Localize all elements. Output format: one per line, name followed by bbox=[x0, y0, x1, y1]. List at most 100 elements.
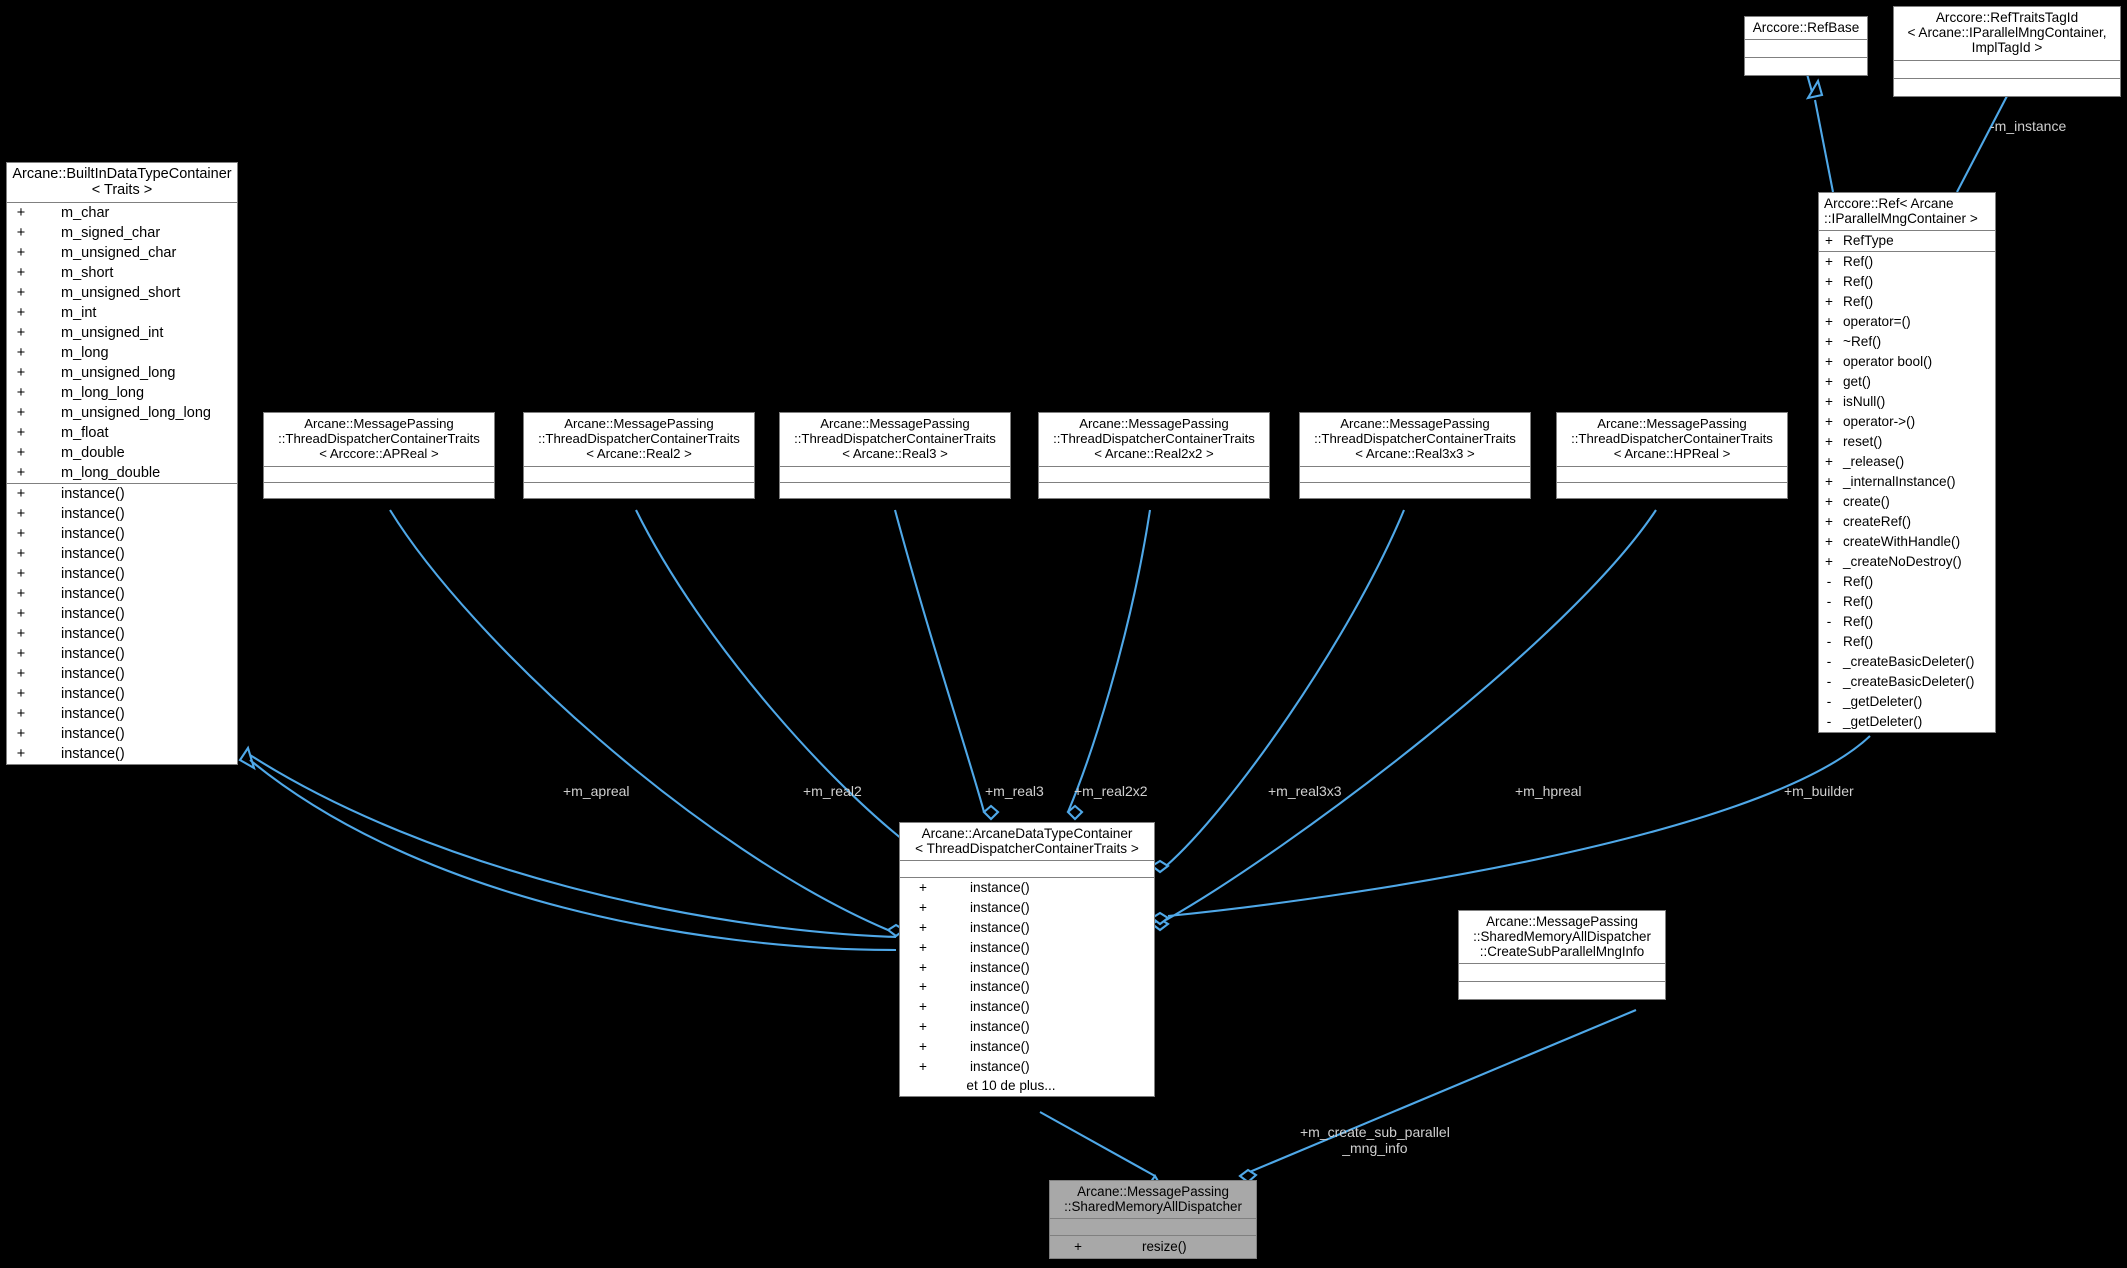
class-method-row: + createWithHandle() bbox=[1819, 532, 1995, 552]
class-methods-section bbox=[1459, 982, 1665, 999]
visibility-marker: + bbox=[919, 959, 927, 975]
class-method-row: - Ref() bbox=[1819, 632, 1995, 652]
diagram-canvas: +m_apreal +m_real2 +m_real3 +m_real2x2 +… bbox=[0, 0, 2127, 1268]
visibility-marker: - bbox=[1826, 654, 1832, 670]
class-method-row: - _getDeleter() bbox=[1819, 712, 1995, 732]
class-attribute-row: + m_float bbox=[7, 423, 237, 443]
class-title: Arcane::MessagePassing ::ThreadDispatche… bbox=[524, 413, 754, 468]
class-node-traits-real2x2[interactable]: Arcane::MessagePassing ::ThreadDispatche… bbox=[1038, 412, 1270, 500]
class-method-row: - Ref() bbox=[1819, 572, 1995, 592]
class-title: Arcane::MessagePassing ::SharedMemoryAll… bbox=[1459, 911, 1665, 964]
class-method-row: - _createBasicDeleter() bbox=[1819, 652, 1995, 672]
visibility-marker: + bbox=[16, 486, 26, 503]
class-method-row: + instance() bbox=[900, 1057, 1154, 1077]
visibility-marker: + bbox=[1825, 534, 1833, 550]
visibility-marker: + bbox=[16, 205, 26, 222]
class-title: Arcane::MessagePassing ::ThreadDispatche… bbox=[264, 413, 494, 468]
class-methods-section: + instance() + instance() + instance() + instan… bbox=[900, 878, 1154, 1097]
member-name: instance() bbox=[61, 746, 125, 763]
class-node-ref-base[interactable]: Arccore::RefBase bbox=[1744, 16, 1868, 77]
visibility-marker: - bbox=[1826, 634, 1832, 650]
class-node-traits-real3x3[interactable]: Arcane::MessagePassing ::ThreadDispatche… bbox=[1299, 412, 1531, 500]
class-attributes-section bbox=[1894, 60, 2120, 79]
edge-label-m-apreal: +m_apreal bbox=[563, 783, 630, 799]
class-node-ref-traits-tag-id[interactable]: Arccore::RefTraitsTagId < Arcane::IParal… bbox=[1893, 6, 2121, 97]
member-name: m_unsigned_short bbox=[61, 285, 181, 302]
class-method-row: + Ref() bbox=[1819, 252, 1995, 272]
visibility-marker: + bbox=[16, 526, 26, 543]
visibility-marker: + bbox=[16, 566, 26, 583]
member-name: instance() bbox=[970, 1038, 1030, 1054]
member-name: instance() bbox=[970, 979, 1030, 995]
class-methods-section: + resize() bbox=[1050, 1236, 1256, 1258]
visibility-marker: + bbox=[16, 606, 26, 623]
member-name: instance() bbox=[61, 706, 125, 723]
member-name: instance() bbox=[970, 999, 1030, 1015]
member-name: instance() bbox=[61, 546, 125, 563]
class-node-traits-real3[interactable]: Arcane::MessagePassing ::ThreadDispatche… bbox=[779, 412, 1011, 500]
member-name: m_unsigned_long bbox=[61, 365, 176, 382]
class-method-row: + _internalInstance() bbox=[1819, 472, 1995, 492]
class-method-row: + instance() bbox=[7, 604, 237, 624]
class-node-create-sub-parallel-mng-info[interactable]: Arcane::MessagePassing ::SharedMemoryAll… bbox=[1458, 910, 1666, 1000]
class-title: Arcane::BuiltInDataTypeContainer < Trait… bbox=[7, 163, 237, 204]
class-title: Arcane::MessagePassing ::SharedMemoryAll… bbox=[1050, 1181, 1256, 1219]
visibility-marker: - bbox=[1826, 694, 1832, 710]
class-methods-section bbox=[1745, 58, 1867, 76]
visibility-marker: + bbox=[16, 325, 26, 342]
class-methods-section bbox=[1557, 483, 1787, 499]
class-methods-section bbox=[1039, 483, 1269, 499]
class-method-row: + instance() bbox=[900, 1037, 1154, 1057]
visibility-marker: + bbox=[16, 626, 26, 643]
class-method-row: + instance() bbox=[900, 997, 1154, 1017]
member-name: instance() bbox=[970, 900, 1030, 916]
member-name: Ref() bbox=[1843, 254, 1874, 270]
class-node-arccore-ref[interactable]: Arccore::Ref< Arcane ::IParallelMngConta… bbox=[1818, 192, 1996, 734]
class-method-row: + instance() bbox=[7, 564, 237, 584]
class-node-builtin-data-type-container[interactable]: Arcane::BuiltInDataTypeContainer < Trait… bbox=[6, 162, 238, 766]
member-name: instance() bbox=[61, 726, 125, 743]
class-attribute-row: + m_unsigned_long_long bbox=[7, 403, 237, 423]
class-attribute-row: + m_long_double bbox=[7, 463, 237, 483]
class-attribute-row: + m_unsigned_short bbox=[7, 283, 237, 303]
class-method-row: - Ref() bbox=[1819, 612, 1995, 632]
member-name: _createNoDestroy() bbox=[1843, 554, 1962, 570]
member-name: instance() bbox=[970, 959, 1030, 975]
visibility-marker: - bbox=[1826, 594, 1832, 610]
visibility-marker: + bbox=[16, 546, 26, 563]
visibility-marker: - bbox=[1826, 614, 1832, 630]
class-method-row: + operator bool() bbox=[1819, 352, 1995, 372]
visibility-marker: + bbox=[16, 365, 26, 382]
class-attributes-section: + m_char + m_signed_char + m_unsigned_char + m_… bbox=[7, 203, 237, 485]
visibility-marker: + bbox=[16, 706, 26, 723]
class-method-row: + Ref() bbox=[1819, 292, 1995, 312]
visibility-marker: + bbox=[1825, 394, 1833, 410]
member-name: operator=() bbox=[1843, 314, 1911, 330]
class-method-row: + instance() bbox=[7, 504, 237, 524]
visibility-marker: + bbox=[16, 305, 26, 322]
visibility-marker: + bbox=[919, 1038, 927, 1054]
class-node-arcane-data-type-container[interactable]: Arcane::ArcaneDataTypeContainer < Thread… bbox=[899, 822, 1155, 1098]
class-node-shared-memory-all-dispatcher[interactable]: Arcane::MessagePassing ::SharedMemoryAll… bbox=[1049, 1180, 1257, 1259]
member-name: instance() bbox=[61, 486, 125, 503]
visibility-marker: + bbox=[919, 920, 927, 936]
member-name: instance() bbox=[61, 606, 125, 623]
member-name: m_unsigned_char bbox=[61, 245, 177, 262]
visibility-marker: + bbox=[16, 265, 26, 282]
class-methods-section bbox=[524, 483, 754, 499]
class-attribute-row: + m_double bbox=[7, 443, 237, 463]
visibility-marker: + bbox=[1825, 454, 1833, 470]
member-name: _internalInstance() bbox=[1843, 474, 1956, 490]
member-name: instance() bbox=[61, 506, 125, 523]
class-attributes-section bbox=[1039, 467, 1269, 484]
class-node-traits-hpreal[interactable]: Arcane::MessagePassing ::ThreadDispatche… bbox=[1556, 412, 1788, 500]
class-title: Arcane::MessagePassing ::ThreadDispatche… bbox=[1557, 413, 1787, 468]
class-node-traits-real2[interactable]: Arcane::MessagePassing ::ThreadDispatche… bbox=[523, 412, 755, 500]
member-name: instance() bbox=[61, 666, 125, 683]
member-name: m_char bbox=[61, 205, 110, 222]
member-name: Ref() bbox=[1843, 594, 1874, 610]
more-members-label: et 10 de plus... bbox=[966, 1078, 1056, 1094]
class-node-traits-apreal[interactable]: Arcane::MessagePassing ::ThreadDispatche… bbox=[263, 412, 495, 500]
class-method-row: + instance() bbox=[900, 878, 1154, 898]
class-method-row: + instance() bbox=[900, 958, 1154, 978]
